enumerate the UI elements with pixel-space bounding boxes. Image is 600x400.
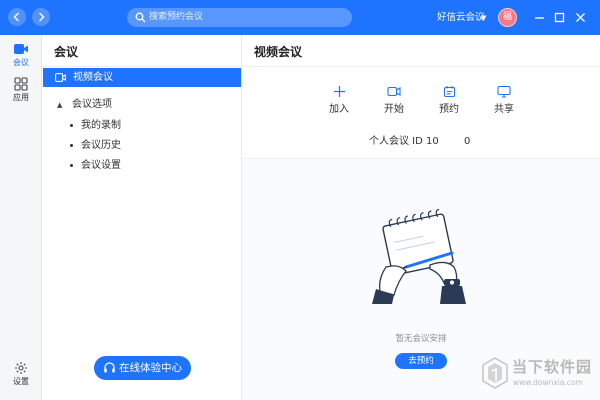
sidebar-title: 会议	[54, 45, 79, 59]
headphones-icon	[104, 362, 115, 373]
search-placeholder: 搜索预约会议	[149, 12, 204, 22]
triangle-up-icon: ▲	[57, 101, 63, 109]
bullet-icon	[70, 164, 73, 167]
action-bar: 加入 开始 预约 共享	[242, 85, 600, 125]
screen-share-icon	[497, 85, 511, 98]
calendar-icon	[443, 86, 455, 98]
rail-label-apps: 应用	[13, 93, 29, 102]
watermark-name: 当下软件园	[512, 358, 593, 376]
start-button[interactable]: 开始	[374, 85, 414, 116]
main-panel: 视频会议 加入 开始 预约 共享 个人会议 ID 10 0 暂无会议安排 去预约	[242, 35, 600, 400]
rail-item-meetings[interactable]: 会议	[0, 42, 42, 68]
page-title: 视频会议	[254, 45, 303, 59]
divider	[242, 66, 600, 67]
account-name[interactable]: 好信云会议	[437, 11, 485, 24]
gear-icon	[15, 362, 27, 374]
video-camera-icon	[14, 44, 28, 54]
back-button[interactable]	[8, 8, 26, 26]
maximize-icon	[554, 12, 565, 23]
schedule-label: 预约	[439, 104, 459, 115]
personal-meeting-id: 个人会议 ID 10	[369, 136, 439, 147]
sidebar-item-meeting-settings[interactable]: 会议设置	[42, 156, 240, 174]
bullet-icon	[70, 144, 73, 147]
sidebar-group-meeting-options[interactable]: ▲ 会议选项	[42, 96, 240, 114]
watermark-logo-icon	[482, 357, 508, 389]
grid-apps-icon	[14, 77, 28, 91]
minimize-icon	[535, 17, 544, 19]
rail-item-apps[interactable]: 应用	[0, 77, 42, 103]
left-rail: 会议 应用 设置	[0, 35, 42, 400]
rail-label-meetings: 会议	[13, 58, 29, 67]
sidebar-group-label: 会议选项	[72, 99, 112, 110]
plus-icon	[333, 86, 345, 97]
sidebar-item-label: 视频会议	[73, 72, 113, 83]
title-bar: 搜索预约会议 好信云会议 ▼ 福	[0, 0, 600, 35]
watermark-url: www.downxia.com	[513, 378, 583, 387]
join-label: 加入	[329, 104, 349, 115]
forward-button[interactable]	[32, 8, 50, 26]
avatar[interactable]: 福	[498, 8, 517, 27]
caret-down-icon[interactable]: ▼	[481, 12, 486, 24]
empty-notebook-illustration	[372, 209, 466, 304]
sidebar-item-label: 会议历史	[81, 140, 121, 151]
personal-meeting-id-tail: 0	[464, 136, 471, 147]
rail-label-settings: 设置	[13, 377, 29, 386]
empty-state-text: 暂无会议安排	[395, 334, 447, 344]
chevron-left-icon	[13, 12, 19, 22]
share-label: 共享	[494, 104, 514, 115]
sidebar-item-label: 我的录制	[81, 120, 121, 131]
chevron-right-icon	[39, 12, 45, 22]
watermark: 当下软件园 www.downxia.com	[482, 355, 594, 395]
experience-center-button[interactable]: 在线体验中心	[94, 356, 191, 380]
camera-icon	[387, 86, 401, 97]
bullet-icon	[70, 124, 73, 127]
experience-center-label: 在线体验中心	[119, 362, 182, 374]
rail-item-settings[interactable]: 设置	[0, 361, 42, 387]
divider	[42, 66, 242, 67]
share-button[interactable]: 共享	[484, 85, 524, 116]
close-icon	[576, 13, 585, 22]
sidebar: 会议 视频会议 ▲ 会议选项 我的录制 会议历史 会议设置 在线体验中心	[42, 35, 242, 400]
sidebar-item-my-recordings[interactable]: 我的录制	[42, 116, 240, 134]
video-camera-icon	[55, 73, 66, 82]
sidebar-item-video-meeting[interactable]: 视频会议	[43, 68, 241, 87]
maximize-button[interactable]	[553, 11, 566, 27]
go-schedule-button[interactable]: 去预约	[395, 353, 447, 369]
start-label: 开始	[384, 104, 404, 115]
search-input[interactable]: 搜索预约会议	[127, 8, 352, 27]
sidebar-item-label: 会议设置	[81, 160, 121, 171]
search-icon	[135, 12, 146, 23]
minimize-button[interactable]	[533, 11, 546, 27]
schedule-button[interactable]: 预约	[429, 85, 469, 116]
sidebar-item-meeting-history[interactable]: 会议历史	[42, 136, 240, 154]
close-button[interactable]	[574, 11, 587, 27]
join-button[interactable]: 加入	[319, 85, 359, 116]
